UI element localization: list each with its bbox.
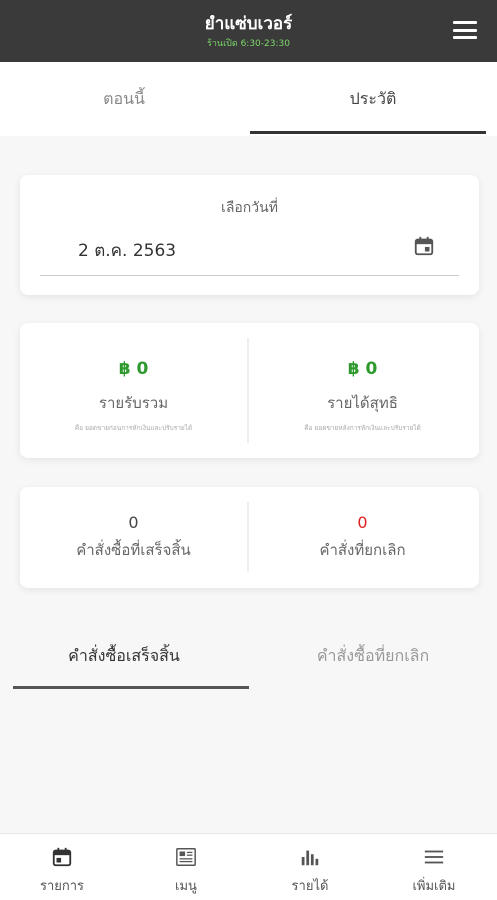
completed-orders: 0 คำสั่งซื้อที่เสร็จสิ้น (20, 513, 247, 562)
tab-cancelled-orders[interactable]: คำสั่งซื้อที่ยกเลิก (249, 628, 497, 684)
bar-chart-icon (301, 850, 319, 866)
tab-now[interactable]: ตอนนี้ (0, 62, 248, 136)
nav-item-orders[interactable]: รายการ (0, 834, 124, 900)
nav-label-more: เพิ่มเติม (412, 879, 456, 894)
cancelled-orders-count: 0 (357, 513, 368, 532)
tab-completed-orders[interactable]: คำสั่งซื้อเสร็จสิ้น (0, 628, 248, 684)
net-revenue: ฿ 0 รายได้สุทธิ คือ ยอดขายหลังการหักเงิน… (249, 359, 476, 433)
newspaper-icon (176, 848, 196, 866)
net-revenue-amount: ฿ 0 (347, 359, 378, 379)
nav-item-more[interactable]: เพิ่มเติม (372, 834, 496, 900)
hamburger-icon[interactable] (453, 19, 477, 41)
cancelled-orders-title: คำสั่งที่ยกเลิก (319, 541, 406, 559)
completed-orders-count: 0 (128, 513, 139, 532)
completed-orders-title: คำสั่งซื้อที่เสร็จสิ้น (76, 541, 191, 559)
nav-item-revenue[interactable]: รายได้ (248, 834, 372, 900)
date-input[interactable]: 2 ต.ค. 2563 (78, 237, 176, 264)
calendar-icon[interactable] (413, 235, 435, 257)
order-tabs: คำสั่งซื้อเสร็จสิ้น คำสั่งซื้อที่ยกเลิก (0, 628, 497, 690)
net-revenue-note: คือ ยอดขายหลังการหักเงินและปรับรายได้ (304, 424, 421, 432)
total-revenue-amount: ฿ 0 (118, 359, 149, 379)
calendar-icon (52, 847, 72, 867)
hamburger-icon (424, 850, 444, 864)
store-hours: ร้านเปิด 6:30-23:30 (207, 39, 290, 49)
date-label: เลือกวันที่ (221, 200, 278, 216)
total-revenue-note: คือ ยอดขายก่อนการหักเงินและปรับรายได้ (74, 424, 193, 432)
tab-history[interactable]: ประวัติ (249, 62, 497, 136)
store-name: ยำแซ่บเวอร์ (204, 14, 293, 34)
orders-card: 0 คำสั่งซื้อที่เสร็จสิ้น 0 คำสั่งที่ยกเล… (20, 487, 479, 588)
total-revenue-title: รายรับรวม (98, 394, 169, 412)
top-tabs: ตอนนี้ ประวัติ (0, 62, 497, 136)
active-tab-indicator (250, 131, 486, 134)
date-input-underline (40, 275, 459, 276)
cancelled-orders: 0 คำสั่งที่ยกเลิก (249, 513, 476, 562)
active-order-tab-indicator (13, 686, 249, 689)
net-revenue-title: รายได้สุทธิ (327, 394, 398, 412)
app-header: ยำแซ่บเวอร์ ร้านเปิด 6:30-23:30 (0, 0, 497, 62)
nav-label-menu: เมนู (175, 879, 197, 894)
nav-item-menu[interactable]: เมนู (124, 834, 248, 900)
nav-label-revenue: รายได้ (291, 879, 329, 894)
date-picker-card: เลือกวันที่ 2 ต.ค. 2563 (20, 175, 479, 295)
revenue-card: ฿ 0 รายรับรวม คือ ยอดขายก่อนการหักเงินแล… (20, 323, 479, 458)
bottom-nav: รายการ เมนู รายได้ เพิ่มเติม (0, 833, 497, 900)
nav-label-orders: รายการ (39, 879, 85, 894)
total-revenue: ฿ 0 รายรับรวม คือ ยอดขายก่อนการหักเงินแล… (20, 359, 247, 433)
